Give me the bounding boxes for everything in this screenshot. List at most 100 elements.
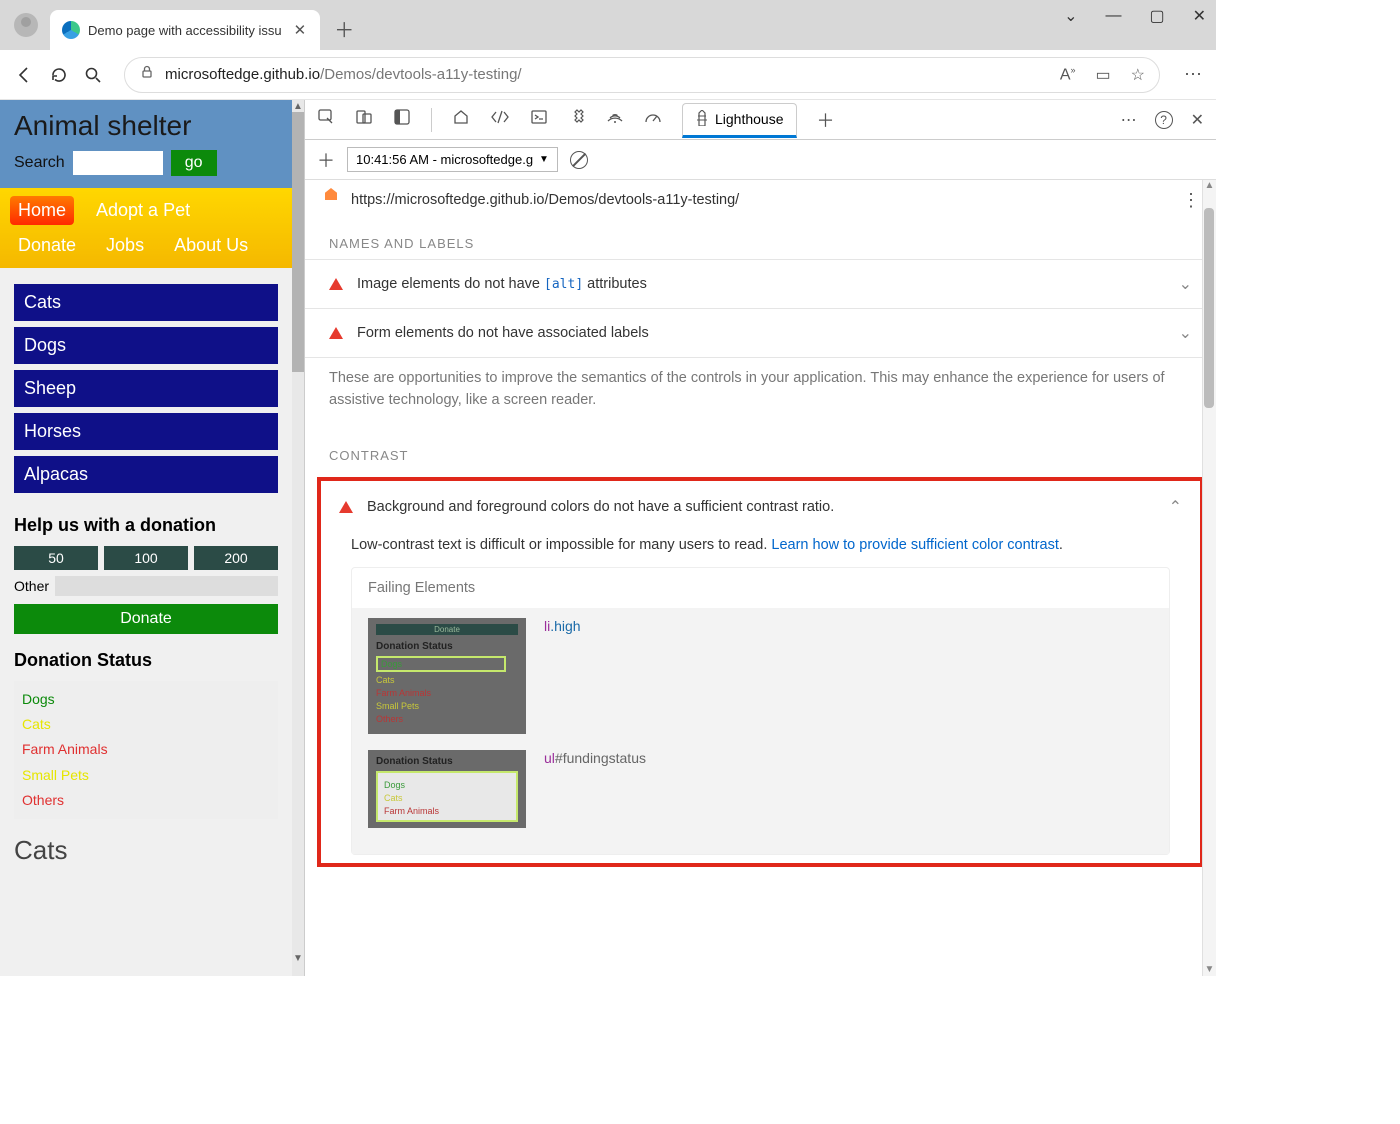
cat-link[interactable]: Cats [14, 284, 278, 321]
nav-home[interactable]: Home [10, 196, 74, 225]
window-titlebar: Demo page with accessibility issu ✕ ＋ ⌄ … [0, 0, 1216, 50]
donation-amount[interactable]: 50 [14, 546, 98, 570]
network-tab-icon[interactable] [606, 108, 624, 131]
close-window-button[interactable]: ✕ [1193, 6, 1206, 26]
audit-form-labels[interactable]: Form elements do not have associated lab… [305, 308, 1216, 357]
section-note: These are opportunities to improve the s… [305, 357, 1216, 432]
report-selector[interactable]: 10:41:56 AM - microsoftedge.g▼ [347, 147, 558, 172]
dock-icon[interactable] [393, 108, 411, 131]
element-selector: ul#fundingstatus [544, 750, 646, 767]
main-nav: Home Adopt a Pet Donate Jobs About Us [0, 188, 292, 268]
omnibox[interactable]: microsoftedge.github.io/Demos/devtools-a… [124, 57, 1160, 93]
search-button[interactable] [82, 64, 104, 86]
cat-link[interactable]: Sheep [14, 370, 278, 407]
refresh-button[interactable] [48, 64, 70, 86]
edge-favicon [62, 21, 80, 39]
sources-tab-icon[interactable] [568, 108, 586, 131]
favorite-star-icon[interactable]: ☆ [1131, 65, 1145, 85]
cat-link[interactable]: Horses [14, 413, 278, 450]
highlighted-audit: Background and foreground colors do not … [317, 477, 1204, 867]
clear-reports-icon[interactable] [570, 151, 588, 169]
search-input[interactable] [73, 151, 163, 175]
lighthouse-toolbar: ＋ 10:41:56 AM - microsoftedge.g▼ [305, 140, 1216, 180]
fail-triangle-icon [339, 501, 353, 513]
status-item: Others [22, 788, 270, 813]
back-button[interactable] [14, 64, 36, 86]
url-text: microsoftedge.github.io/Demos/devtools-a… [165, 66, 522, 83]
site-lock-icon[interactable] [139, 64, 155, 85]
cat-link[interactable]: Alpacas [14, 456, 278, 493]
browser-tab[interactable]: Demo page with accessibility issu ✕ [50, 10, 320, 50]
maximize-button[interactable]: ▢ [1149, 6, 1164, 26]
section-names-labels: NAMES AND LABELS [305, 220, 1216, 259]
devtools-panel: Lighthouse ＋ ⋯ ? ✕ ＋ 10:41:56 AM - micro… [304, 100, 1216, 976]
nav-adopt[interactable]: Adopt a Pet [88, 196, 198, 225]
chevron-down-icon: ⌄ [1179, 323, 1192, 343]
window-controls: ⌄ ― ▢ ✕ [1064, 6, 1206, 26]
status-item: Dogs [22, 687, 270, 712]
element-selector: li.high [544, 618, 581, 635]
nav-jobs[interactable]: Jobs [98, 231, 152, 260]
minimize-button[interactable]: ― [1105, 7, 1121, 25]
audit-contrast[interactable]: Background and foreground colors do not … [321, 485, 1200, 529]
console-tab-icon[interactable] [530, 108, 548, 131]
demo-page-pane: Animal shelter Search go Home Adopt a Pe… [0, 100, 292, 976]
go-button[interactable]: go [171, 150, 217, 176]
performance-tab-icon[interactable] [644, 108, 662, 131]
status-item: Small Pets [22, 763, 270, 788]
profile-icon[interactable] [14, 13, 38, 37]
chevron-up-icon: ⌃ [1169, 497, 1182, 517]
learn-more-link[interactable]: Learn how to provide sufficient color co… [771, 537, 1058, 553]
more-menu-icon[interactable]: ⋯ [1184, 64, 1202, 85]
elements-tab-icon[interactable] [490, 110, 510, 129]
close-tab-icon[interactable]: ✕ [290, 21, 311, 39]
new-tab-button[interactable]: ＋ [334, 14, 354, 43]
cat-link[interactable]: Dogs [14, 327, 278, 364]
devtools-scrollbar[interactable]: ▲ ▼ [1202, 180, 1216, 976]
lighthouse-report: https://microsoftedge.github.io/Demos/de… [305, 180, 1216, 976]
report-menu-icon[interactable]: ⋮ [1182, 190, 1200, 211]
inspect-icon[interactable] [317, 108, 335, 131]
device-toolbar-icon[interactable] [355, 108, 373, 131]
failing-element-row[interactable]: Donation Status Dogs Cats Farm Animals u… [368, 750, 1153, 828]
search-label: Search [14, 154, 65, 172]
section-contrast: CONTRAST [305, 432, 1216, 471]
contrast-description: Low-contrast text is difficult or imposs… [351, 537, 1170, 553]
devtools-help-icon[interactable]: ? [1155, 111, 1173, 129]
category-list: Cats Dogs Sheep Horses Alpacas [0, 268, 292, 507]
audit-image-alt[interactable]: Image elements do not have [alt] attribu… [305, 259, 1216, 308]
status-heading: Donation Status [14, 650, 278, 671]
nav-donate[interactable]: Donate [10, 231, 84, 260]
fail-triangle-icon [329, 278, 343, 290]
nav-about[interactable]: About Us [166, 231, 256, 260]
read-aloud-icon[interactable]: A» [1060, 65, 1076, 84]
element-thumbnail: Donation Status Dogs Cats Farm Animals [368, 750, 526, 828]
donate-button[interactable]: Donate [14, 604, 278, 634]
failing-elements: Failing Elements Donate Donation Status … [351, 567, 1170, 855]
tab-title: Demo page with accessibility issu [88, 23, 282, 38]
add-panel-icon[interactable]: ＋ [817, 107, 835, 133]
welcome-tab-icon[interactable] [452, 108, 470, 131]
other-label: Other [14, 578, 49, 594]
devtools-more-icon[interactable]: ⋯ [1121, 110, 1137, 130]
cats-heading: Cats [0, 827, 292, 866]
element-thumbnail: Donate Donation Status Dogs Cats Farm An… [368, 618, 526, 734]
devtools-tabstrip: Lighthouse ＋ ⋯ ? ✕ [305, 100, 1216, 140]
chevron-down-icon[interactable]: ⌄ [1064, 6, 1077, 26]
new-report-icon[interactable]: ＋ [317, 147, 335, 173]
page-scrollbar[interactable]: ▲ ▼ [292, 100, 304, 976]
donation-heading: Help us with a donation [14, 515, 278, 536]
status-item: Cats [22, 712, 270, 737]
status-list: Dogs Cats Farm Animals Small Pets Others [14, 681, 278, 819]
report-url: https://microsoftedge.github.io/Demos/de… [351, 192, 1172, 208]
lighthouse-tab[interactable]: Lighthouse [682, 103, 797, 138]
status-item: Farm Animals [22, 737, 270, 762]
fail-triangle-icon [329, 327, 343, 339]
devtools-close-icon[interactable]: ✕ [1191, 110, 1204, 130]
page-title: Animal shelter [14, 110, 278, 142]
donation-amount[interactable]: 100 [104, 546, 188, 570]
donation-amount[interactable]: 200 [194, 546, 278, 570]
other-amount-input[interactable] [55, 576, 278, 596]
failing-element-row[interactable]: Donate Donation Status Dogs Cats Farm An… [368, 618, 1153, 734]
reader-mode-icon[interactable]: ▭ [1096, 65, 1111, 85]
